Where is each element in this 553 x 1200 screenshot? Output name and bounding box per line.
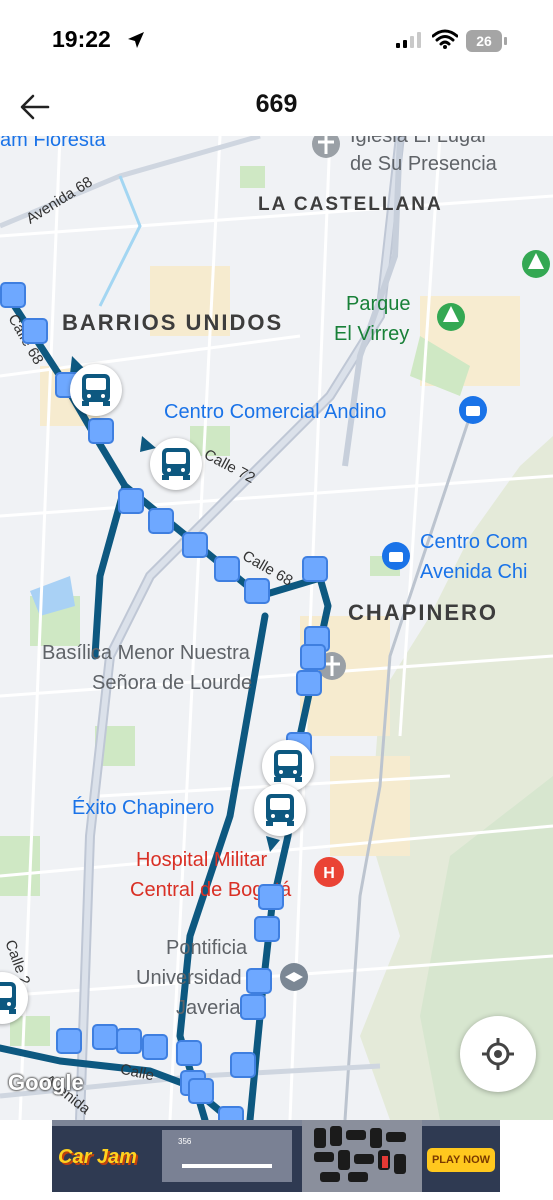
bus-stop[interactable] xyxy=(296,670,322,696)
place-exito: Éxito Chapinero xyxy=(72,797,215,819)
bus-icon xyxy=(274,750,302,782)
place-hospital-line1: Hospital Militar xyxy=(136,849,268,871)
bus-stop[interactable] xyxy=(300,644,326,670)
bus-stop[interactable] xyxy=(254,916,280,942)
ad-play-now-button[interactable]: PLAY NOW xyxy=(427,1148,495,1172)
place-javeriana-line3: Javeria xyxy=(176,997,241,1019)
signal-icon xyxy=(396,32,421,48)
bus-stop[interactable] xyxy=(0,282,26,308)
bus-stop[interactable] xyxy=(188,1078,214,1104)
bus-stop[interactable] xyxy=(22,318,48,344)
map-canvas: H xyxy=(0,136,553,1120)
bus-stop[interactable] xyxy=(148,508,174,534)
my-location-button[interactable] xyxy=(460,1016,536,1092)
route-title: 669 xyxy=(255,90,298,118)
place-parque-line1: Parque xyxy=(346,293,411,315)
header: 669 xyxy=(0,80,553,136)
status-bar: 19:22 26 xyxy=(0,0,553,80)
battery-icon: 26 xyxy=(466,30,508,57)
neighborhood-barrios-unidos: BARRIOS UNIDOS xyxy=(62,310,284,335)
bus-vehicle-marker[interactable] xyxy=(262,740,314,792)
place-javeriana-line2: Universidad xyxy=(136,967,242,989)
wifi-icon xyxy=(432,29,458,49)
bus-icon xyxy=(162,448,190,480)
place-basilica-line2: Señora de Lourde xyxy=(92,672,253,694)
bus-stop[interactable] xyxy=(88,418,114,444)
battery-level: 26 xyxy=(476,33,492,49)
status-time: 19:22 xyxy=(52,26,111,52)
bus-stop[interactable] xyxy=(214,556,240,582)
crosshair-icon xyxy=(482,1038,514,1070)
bus-stop[interactable] xyxy=(176,1040,202,1066)
place-iglesia-line1: Iglesia El Lugar xyxy=(350,136,488,147)
bus-stop[interactable] xyxy=(302,556,328,582)
bus-stop[interactable] xyxy=(246,968,272,994)
bus-vehicle-marker[interactable] xyxy=(150,438,202,490)
place-centro-com-line1: Centro Com xyxy=(420,531,528,553)
map-view[interactable]: H am Floresta Iglesia El Lugar de Su Pre… xyxy=(0,136,553,1120)
bus-stop[interactable] xyxy=(116,1028,142,1054)
neighborhood-chapinero: CHAPINERO xyxy=(348,600,499,625)
ad-banner[interactable]: 356 Car Jam PLAY NOW xyxy=(52,1120,500,1192)
bus-stop[interactable] xyxy=(118,488,144,514)
bus-icon xyxy=(82,374,110,406)
bus-icon xyxy=(266,794,294,826)
ad-title: Car Jam xyxy=(58,1146,137,1168)
bus-stop[interactable] xyxy=(258,884,284,910)
bus-stop[interactable] xyxy=(182,532,208,558)
bus-icon xyxy=(0,982,16,1014)
place-javeriana-line1: Pontificia xyxy=(166,937,248,959)
place-basilica-line1: Basílica Menor Nuestra xyxy=(42,642,250,664)
place-andino: Centro Comercial Andino xyxy=(164,401,387,423)
bus-vehicle-marker[interactable] xyxy=(254,784,306,836)
bus-stop[interactable] xyxy=(142,1034,168,1060)
place-iglesia-line2: de Su Presencia xyxy=(350,153,497,175)
ad-counter: 356 xyxy=(178,1137,192,1146)
neighborhood-castellana: LA CASTELLANA xyxy=(258,194,443,215)
place-floresta: am Floresta xyxy=(0,136,106,151)
bus-stop[interactable] xyxy=(230,1052,256,1078)
google-logo: Google xyxy=(8,1070,84,1095)
bus-stop[interactable] xyxy=(244,578,270,604)
bus-stop[interactable] xyxy=(218,1106,244,1120)
location-arrow-icon xyxy=(128,32,144,48)
bus-stop[interactable] xyxy=(92,1024,118,1050)
bus-stop[interactable] xyxy=(56,1028,82,1054)
place-centro-com-line2: Avenida Chi xyxy=(420,561,528,583)
svg-text:H: H xyxy=(323,865,335,882)
place-parque-line2: El Virrey xyxy=(334,323,410,345)
bus-stop[interactable] xyxy=(240,994,266,1020)
bus-vehicle-marker[interactable] xyxy=(70,364,122,416)
